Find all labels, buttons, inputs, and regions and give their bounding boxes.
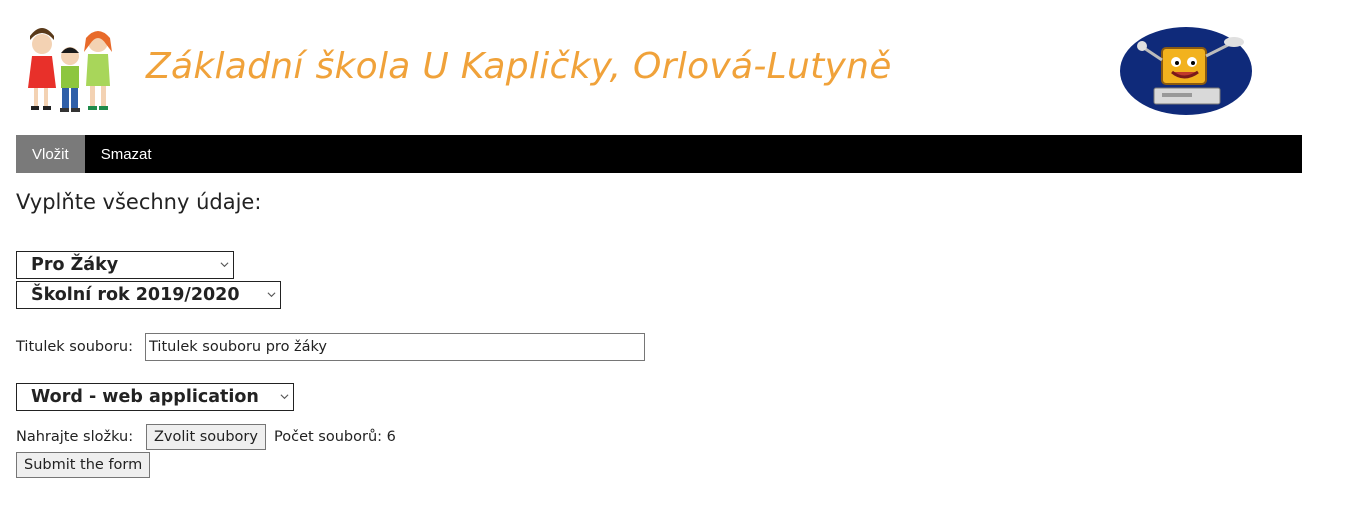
form-heading: Vyplňte všechny údaje: (16, 190, 262, 214)
upload-folder-label: Nahrajte složku: (16, 429, 134, 445)
choose-files-button[interactable]: Zvolit soubory (146, 424, 266, 450)
chevron-down-icon (220, 262, 229, 268)
school-year-select[interactable]: Školní rok 2019/2020 (16, 281, 281, 309)
file-title-label: Titulek souboru: (16, 339, 133, 355)
school-year-select-value: Školní rok 2019/2020 (31, 285, 240, 305)
computer-mascot-logo (1120, 27, 1252, 115)
file-type-select[interactable]: Word - web application (16, 383, 294, 411)
file-count-text: Počet souborů: 6 (274, 429, 396, 445)
submit-button[interactable]: Submit the form (16, 452, 151, 478)
school-kids-logo (28, 28, 112, 112)
audience-select[interactable]: Pro Žáky (16, 251, 234, 279)
nav-item-insert[interactable]: Vložit (16, 135, 85, 173)
site-header: Základní škola U Kapličky, Orlová-Lutyně (16, 20, 1302, 120)
file-title-input[interactable] (145, 333, 645, 361)
nav-item-delete[interactable]: Smazat (85, 135, 168, 173)
file-type-select-value: Word - web application (31, 387, 259, 407)
audience-select-value: Pro Žáky (31, 255, 119, 275)
chevron-down-icon (267, 292, 276, 298)
main-nav: Vložit Smazat (16, 135, 1302, 173)
site-title: Základní škola U Kapličky, Orlová-Lutyně (146, 46, 892, 87)
chevron-down-icon (280, 394, 289, 400)
